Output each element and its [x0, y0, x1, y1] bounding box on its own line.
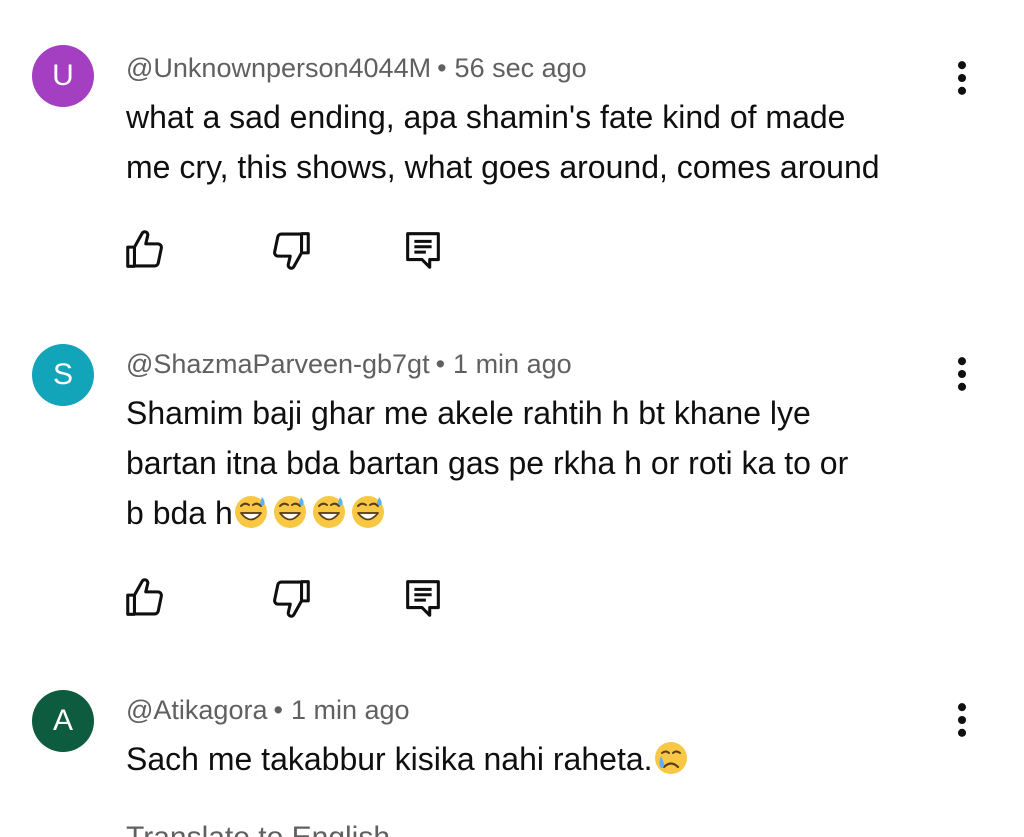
- comment-text-line: bartan itna bda bartan gas pe rkha h or …: [126, 445, 849, 481]
- avatar[interactable]: S: [32, 344, 94, 406]
- comment-text-fragment: Sach me takabbur kisika nahi raheta.: [126, 741, 653, 777]
- meta-separator: •: [437, 53, 447, 83]
- reply-icon[interactable]: [400, 227, 446, 273]
- comment-text-fragment: b bda h: [126, 495, 233, 531]
- comment-meta: @ShazmaParveen-gb7gt • 1 min ago: [126, 346, 572, 382]
- comment-timestamp[interactable]: 56 sec ago: [455, 53, 587, 83]
- meta-separator: •: [273, 695, 283, 725]
- comment-author[interactable]: @Unknownperson4044M: [126, 53, 431, 83]
- grinning-sweat-emoji: [350, 494, 386, 530]
- comment-text: Sach me takabbur kisika nahi raheta.: [126, 734, 966, 784]
- comment-author[interactable]: @Atikagora: [126, 695, 267, 725]
- like-icon[interactable]: [122, 227, 168, 273]
- dislike-icon[interactable]: [268, 575, 314, 621]
- comment-text-line: Shamim baji ghar me akele rahtih h bt kh…: [126, 395, 811, 431]
- like-icon[interactable]: [122, 575, 168, 621]
- comment-author[interactable]: @ShazmaParveen-gb7gt: [126, 349, 430, 379]
- comment-text-line: me cry, this shows, what goes around, co…: [126, 149, 880, 185]
- translate-link[interactable]: Translate to English: [126, 818, 390, 837]
- dislike-icon[interactable]: [268, 227, 314, 273]
- comment-timestamp[interactable]: 1 min ago: [453, 349, 572, 379]
- comment-text-line-with-emoji: b bda h: [126, 488, 966, 538]
- comment-meta: @Atikagora • 1 min ago: [126, 692, 410, 728]
- comment-timestamp[interactable]: 1 min ago: [291, 695, 410, 725]
- grinning-sweat-emoji: [272, 494, 308, 530]
- comment-text: Shamim baji ghar me akele rahtih h bt kh…: [126, 388, 966, 538]
- crying-face-emoji: [653, 740, 689, 776]
- comment-meta: @Unknownperson4044M • 56 sec ago: [126, 50, 587, 86]
- comment-text-line-with-emoji: Sach me takabbur kisika nahi raheta.: [126, 734, 966, 784]
- reply-icon[interactable]: [400, 575, 446, 621]
- comments-page: U @Unknownperson4044M • 56 sec ago what a …: [0, 0, 1024, 837]
- grinning-sweat-emoji: [233, 494, 269, 530]
- avatar[interactable]: A: [32, 690, 94, 752]
- grinning-sweat-emoji: [311, 494, 347, 530]
- comment-text: what a sad ending, apa shamin's fate kin…: [126, 92, 966, 192]
- comment-text-line: what a sad ending, apa shamin's fate kin…: [126, 99, 846, 135]
- avatar[interactable]: U: [32, 45, 94, 107]
- meta-separator: •: [435, 349, 446, 379]
